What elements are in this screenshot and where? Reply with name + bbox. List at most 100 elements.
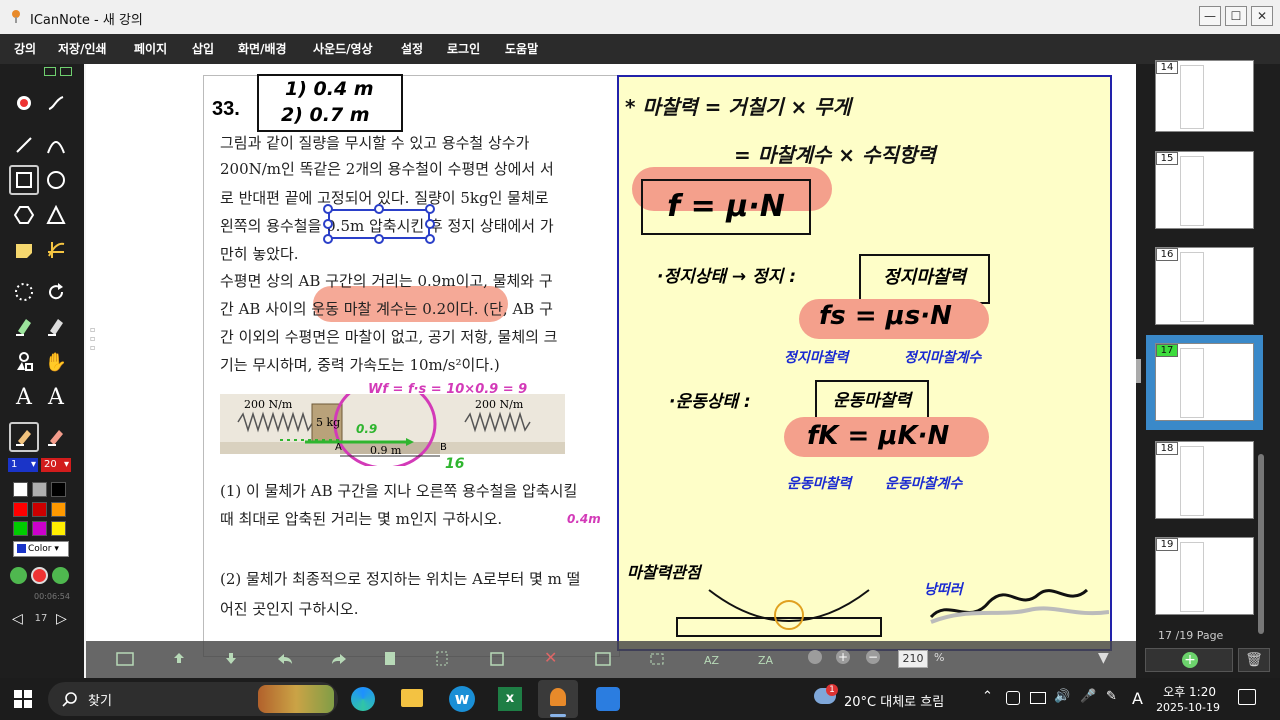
store-app-icon[interactable] [596, 687, 620, 711]
text-tool[interactable]: A [9, 382, 39, 412]
close-button[interactable]: ✕ [1251, 6, 1273, 26]
page-thumbnail-14[interactable]: 14 [1155, 60, 1254, 132]
meet-now-icon[interactable] [1006, 691, 1020, 705]
color-swatch[interactable] [13, 501, 28, 517]
menu-login[interactable]: 로그인 [447, 34, 480, 64]
rotate-tool[interactable] [41, 277, 71, 307]
info-icon[interactable] [808, 650, 822, 664]
next-page-icon[interactable]: ▷ [56, 611, 67, 627]
collapse-toolbar-icon[interactable]: ▼ [1098, 650, 1109, 666]
pen-tool[interactable] [9, 422, 39, 452]
menu-sound-video[interactable]: 사운드/영상 [313, 34, 373, 64]
color-swatch[interactable] [51, 521, 66, 537]
menu-settings[interactable]: 설정 [401, 34, 423, 64]
page-layout-icon[interactable] [594, 651, 612, 667]
color-picker-button[interactable]: Color ▾ [13, 541, 69, 557]
redo-icon[interactable] [330, 651, 348, 667]
eraser-size-select[interactable]: 20 ▾ [41, 458, 71, 472]
download-icon[interactable] [222, 651, 240, 667]
sort-az-icon[interactable]: AZ [702, 651, 720, 667]
add-page-button[interactable]: + [1145, 648, 1233, 672]
zoom-input[interactable]: 210 [898, 650, 928, 668]
prev-page-icon[interactable]: ◁ [12, 611, 23, 627]
zoom-out-icon[interactable]: − [866, 650, 880, 664]
copy-icon[interactable] [382, 651, 400, 667]
hand-tool[interactable]: ✋ [41, 347, 71, 377]
color-swatch[interactable] [51, 501, 66, 517]
menu-lecture[interactable]: 강의 [14, 34, 36, 64]
page-thumbnail-17[interactable]: 17 [1155, 343, 1254, 421]
taskbar-search[interactable]: 찾기 [48, 682, 338, 716]
page-thumbnail-18[interactable]: 18 [1155, 441, 1254, 519]
hancom-word-icon[interactable]: w [449, 686, 475, 712]
page-thumbnail-16[interactable]: 16 [1155, 247, 1254, 325]
menu-page[interactable]: 페이지 [134, 34, 167, 64]
volume-icon[interactable]: 🔊 [1054, 689, 1070, 704]
page-thumbnail-15[interactable]: 15 [1155, 151, 1254, 229]
color-swatch[interactable] [32, 482, 47, 497]
menu-help[interactable]: 도움말 [505, 34, 538, 64]
edge-browser-icon[interactable] [351, 687, 375, 711]
pen-width-select[interactable]: 1 ▾ [8, 458, 38, 472]
layout-icon[interactable] [44, 67, 56, 76]
page-number-input[interactable]: 17 [30, 612, 52, 626]
thumbnail-scrollbar[interactable] [1258, 454, 1264, 634]
text-style-tool[interactable]: A [41, 382, 71, 412]
minimize-button[interactable]: — [1199, 6, 1221, 26]
layout-icon[interactable] [60, 67, 72, 76]
color-swatch[interactable] [32, 501, 47, 517]
crop-icon[interactable] [648, 651, 666, 667]
color-swatch[interactable] [51, 482, 66, 497]
ellipse-tool[interactable] [41, 165, 71, 195]
menu-screen-background[interactable]: 화면/배경 [238, 34, 287, 64]
eraser-tool[interactable] [41, 312, 71, 342]
upload-icon[interactable] [170, 651, 188, 667]
lasso-select-tool[interactable] [9, 277, 39, 307]
curve-tool[interactable] [41, 130, 71, 160]
shape-fill-tool[interactable] [9, 347, 39, 377]
marker-tool[interactable] [41, 422, 71, 452]
menu-save-print[interactable]: 저장/인쇄 [58, 34, 107, 64]
clock-date[interactable]: 2025-10-19 [1150, 701, 1220, 714]
select-all-icon[interactable] [488, 651, 506, 667]
tray-overflow-icon[interactable]: ⌃ [982, 689, 993, 704]
mic-icon[interactable]: 🎤 [1080, 689, 1096, 704]
stop-icon[interactable] [52, 567, 69, 584]
file-explorer-icon[interactable] [401, 689, 423, 707]
note-tool[interactable] [9, 235, 39, 265]
line-tool[interactable] [9, 130, 39, 160]
undo-icon[interactable] [276, 651, 294, 667]
icannote-taskbar-button[interactable] [538, 680, 578, 718]
axis-tool[interactable] [41, 235, 71, 265]
toolbar-layout-icons[interactable] [44, 67, 74, 77]
freehand-tool[interactable] [41, 88, 71, 118]
network-icon[interactable] [1030, 692, 1046, 704]
fullscreen-icon[interactable] [116, 651, 134, 667]
rectangle-tool[interactable] [9, 165, 39, 195]
selection-handles[interactable] [322, 203, 436, 245]
triangle-tool[interactable] [41, 200, 71, 230]
windows-start-icon[interactable] [14, 690, 32, 708]
color-swatch[interactable] [13, 521, 28, 537]
menu-insert[interactable]: 삽입 [192, 34, 214, 64]
excel-icon[interactable]: x [498, 687, 522, 711]
ime-indicator[interactable]: A [1132, 689, 1143, 708]
color-swatch[interactable] [13, 482, 28, 497]
laser-pointer-tool[interactable] [9, 88, 39, 118]
hexagon-tool[interactable] [9, 200, 39, 230]
maximize-button[interactable]: ☐ [1225, 6, 1247, 26]
clock-time[interactable]: 오후 1:20 [1150, 683, 1216, 700]
pause-icon[interactable] [10, 567, 27, 584]
page-thumbnail-19[interactable]: 19 [1155, 537, 1254, 615]
panel-resize-handle[interactable] [1136, 359, 1141, 383]
sort-za-icon[interactable]: ZA [756, 651, 774, 667]
zoom-in-icon[interactable]: + [836, 650, 850, 664]
color-swatch[interactable] [32, 521, 47, 537]
pen-workspace-icon[interactable]: ✎ [1106, 689, 1117, 704]
highlighter-tool[interactable] [9, 312, 39, 342]
notification-icon[interactable] [1238, 689, 1256, 705]
record-icon[interactable] [31, 567, 48, 584]
weather-text[interactable]: 20°C 대체로 흐림 [844, 691, 944, 710]
paste-icon[interactable] [434, 651, 452, 667]
delete-page-button[interactable]: 🗑 [1238, 648, 1270, 672]
